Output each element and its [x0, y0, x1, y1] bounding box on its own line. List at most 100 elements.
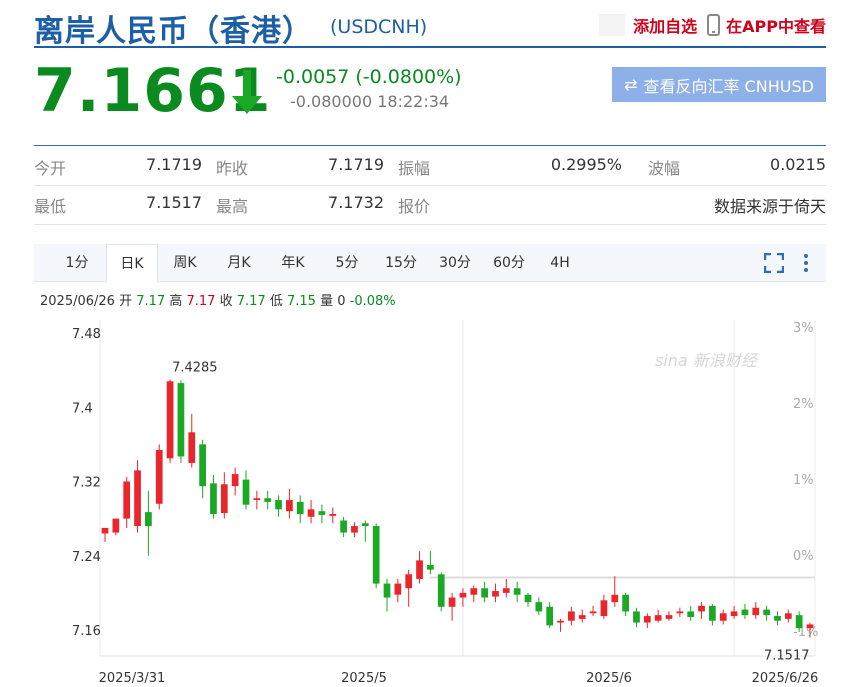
candle-body	[709, 605, 716, 621]
candle-body	[741, 609, 749, 616]
candle-body	[568, 611, 575, 621]
candle-body	[242, 479, 250, 505]
candle-body	[589, 611, 597, 614]
candle-body	[622, 594, 629, 612]
pct-tick-label: 1%	[793, 473, 814, 488]
ohlc-low: 7.15	[286, 294, 316, 309]
stats-table: 今开 7.1719 昨收 7.1719 振幅 0.2995% 波幅 0.0215 最低 7…	[34, 148, 826, 224]
page-title: 离岸人民币（香港）	[34, 14, 313, 49]
candle-body	[145, 512, 152, 527]
pct-tick-label: 2%	[793, 397, 814, 412]
reverse-rate-label: 查看反向汇率 CNHUSD	[643, 76, 814, 96]
more-icon[interactable]	[802, 253, 810, 273]
candle-body	[654, 615, 662, 621]
tab-monthly[interactable]: 月K	[212, 244, 266, 282]
candle-body	[676, 611, 684, 614]
candle-body	[687, 611, 695, 618]
candle-body	[405, 574, 413, 589]
candle-body	[199, 444, 206, 487]
swap-icon: ⇄	[624, 75, 638, 94]
add-favorite-button[interactable]: 添加自选	[599, 13, 697, 37]
tab-4h[interactable]: 4H	[536, 244, 584, 282]
stats-row: 最低 7.1517 最高 7.1732 报价 数据来源于倚天	[34, 186, 826, 224]
candle-body	[546, 606, 554, 626]
candle-body	[340, 520, 347, 533]
phone-icon	[707, 14, 721, 36]
stat-prev-close: 昨收 7.1719	[216, 154, 384, 178]
stat-quote: 报价	[398, 197, 431, 216]
candle-body	[502, 588, 510, 593]
candle-body	[470, 588, 478, 595]
candle-body	[253, 498, 261, 501]
candle-body	[123, 481, 131, 519]
candle-body	[231, 474, 239, 487]
y-tick-label: 7.24	[72, 550, 101, 565]
candle-body	[763, 609, 770, 616]
candle-body	[752, 607, 760, 616]
candle-body	[329, 513, 337, 516]
down-arrow-icon	[232, 70, 262, 114]
open-app-link[interactable]: 在APP中查看	[707, 13, 826, 37]
candle-body	[155, 449, 163, 504]
x-tick-label: 2025/3/31	[99, 671, 166, 686]
candle-body	[286, 500, 293, 512]
min-price-label: 7.1517	[764, 648, 810, 663]
candle-body	[351, 526, 358, 533]
candlestick-chart[interactable]: 7.487.47.327.247.163%2%1%0%-1%sina 新浪财经7…	[0, 310, 852, 687]
candle-body	[372, 526, 380, 584]
candle-body	[611, 594, 619, 603]
ohlc-close: 7.17	[236, 294, 266, 309]
y-tick-label: 7.16	[72, 624, 101, 639]
stat-open: 今开 7.1719	[34, 154, 202, 178]
tab-daily[interactable]: 日K	[106, 244, 158, 283]
x-tick-label: 2025/6	[586, 671, 632, 686]
stats-divider	[34, 224, 826, 225]
tab-5min[interactable]: 5分	[320, 244, 374, 282]
candle-body	[524, 594, 532, 603]
pct-tick-label: 3%	[793, 321, 814, 336]
candle-body	[557, 620, 564, 623]
candle-body	[307, 509, 315, 517]
tab-weekly[interactable]: 周K	[158, 244, 212, 282]
candle-body	[448, 597, 456, 607]
candle-body	[166, 381, 174, 459]
ohlc-summary: 2025/06/26 开 7.17 高 7.17 收 7.17 低 7.15 量…	[40, 294, 396, 309]
period-tabs: 1分 日K 周K 月K 年K 5分 15分 30分 60分 4H	[34, 244, 826, 283]
candle-body	[719, 613, 727, 621]
tab-yearly[interactable]: 年K	[266, 244, 320, 282]
favorite-placeholder-icon	[599, 14, 626, 36]
candle-body	[600, 600, 608, 617]
open-app-label: 在APP中查看	[726, 17, 826, 36]
tab-60min[interactable]: 60分	[482, 244, 536, 282]
stat-high: 最高 7.1732	[216, 193, 384, 216]
price-change-time: -0.080000 18:22:34	[290, 92, 450, 111]
y-tick-label: 7.4	[72, 401, 93, 416]
tab-15min[interactable]: 15分	[374, 244, 428, 282]
candle-body	[784, 613, 792, 619]
candle-body	[296, 501, 304, 514]
reverse-rate-button[interactable]: ⇄ 查看反向汇率 CNHUSD	[612, 67, 826, 102]
candle-body	[535, 602, 543, 612]
candle-body	[698, 605, 705, 612]
ohlc-volume: 0	[337, 294, 346, 309]
tab-30min[interactable]: 30分	[428, 244, 482, 282]
candle-body	[112, 518, 120, 533]
y-tick-label: 7.32	[72, 476, 101, 491]
candle-body	[795, 615, 803, 629]
stat-amplitude: 振幅 0.2995%	[398, 154, 622, 178]
candle-body	[643, 616, 651, 623]
ohlc-high: 7.17	[186, 294, 216, 309]
candle-body	[210, 483, 217, 514]
candle-body	[275, 500, 282, 510]
fullscreen-icon[interactable]	[764, 253, 784, 273]
tab-1min[interactable]: 1分	[48, 244, 106, 282]
candle-body	[361, 523, 369, 527]
candle-body	[492, 591, 499, 597]
candle-body	[481, 588, 488, 598]
candle-body	[318, 511, 326, 515]
candle-body	[578, 615, 586, 619]
x-tick-label: 2025/5	[341, 671, 387, 686]
candle-body	[264, 498, 272, 502]
candle-body	[101, 527, 109, 534]
watermark-logo: sina 新浪财经	[655, 351, 759, 370]
